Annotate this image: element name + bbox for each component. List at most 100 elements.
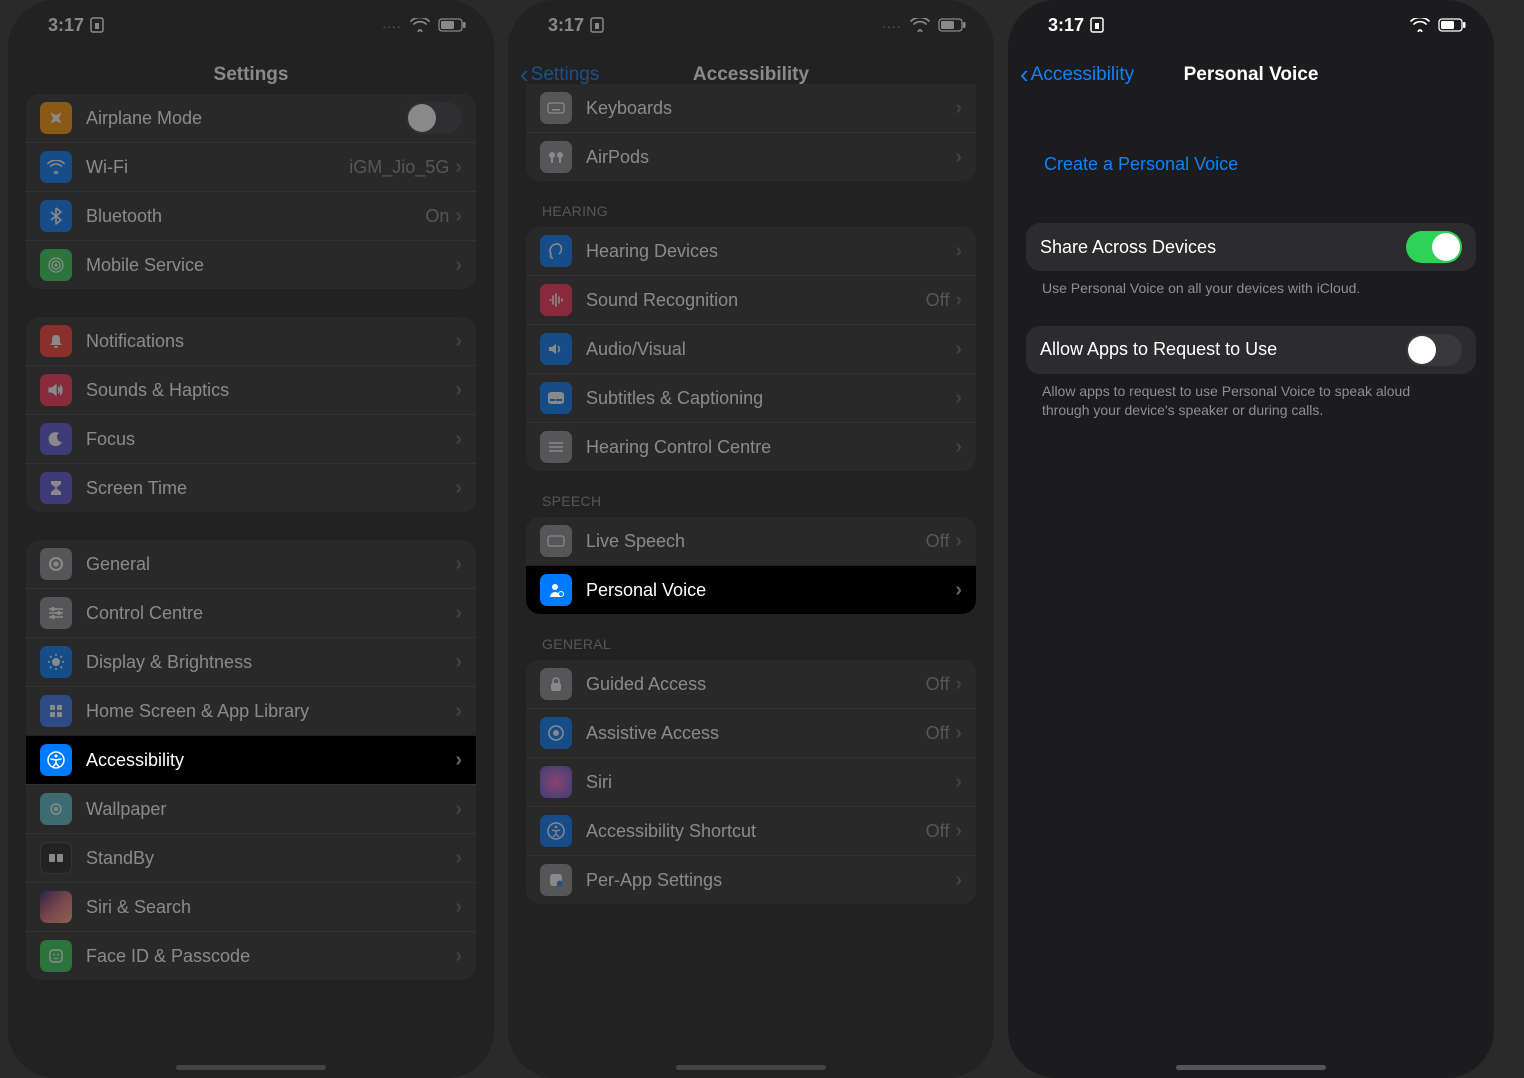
section-header-general: GENERAL xyxy=(526,614,976,660)
row-screen-time[interactable]: Screen Time › xyxy=(26,463,476,512)
grid-icon xyxy=(40,695,72,727)
row-accessibility[interactable]: Accessibility › xyxy=(26,735,476,784)
row-wallpaper[interactable]: Wallpaper › xyxy=(26,784,476,833)
create-personal-voice-button[interactable]: Create a Personal Voice xyxy=(1026,140,1476,189)
row-share-across-devices[interactable]: Share Across Devices xyxy=(1026,223,1476,271)
row-label: Siri & Search xyxy=(86,897,455,918)
chevron-right-icon: › xyxy=(955,820,962,843)
airplane-toggle[interactable] xyxy=(406,102,462,134)
group-partial-top: Keyboards › AirPods › xyxy=(526,84,976,181)
personal-voice-icon xyxy=(540,574,572,606)
siri-mini-icon xyxy=(540,766,572,798)
share-footer: Use Personal Voice on all your devices w… xyxy=(1026,271,1476,298)
bluetooth-icon xyxy=(40,200,72,232)
airpods-icon xyxy=(540,141,572,173)
row-label: Accessibility xyxy=(86,750,455,771)
row-label: Airplane Mode xyxy=(86,108,406,129)
row-wifi[interactable]: Wi-Fi iGM_Jio_5G › xyxy=(26,142,476,191)
row-bluetooth[interactable]: Bluetooth On › xyxy=(26,191,476,240)
row-live-speech[interactable]: Live Speech Off › xyxy=(526,517,976,565)
row-guided-access[interactable]: Guided Access Off › xyxy=(526,660,976,708)
home-indicator[interactable] xyxy=(176,1065,326,1070)
hourglass-icon xyxy=(40,472,72,504)
accessibility-icon xyxy=(40,744,72,776)
row-airpods[interactable]: AirPods › xyxy=(526,132,976,181)
chevron-right-icon: › xyxy=(455,847,462,870)
back-button[interactable]: ‹ Settings xyxy=(520,64,599,86)
cell-dots: .... xyxy=(383,20,402,31)
wifi-row-icon xyxy=(40,151,72,183)
row-control-centre[interactable]: Control Centre › xyxy=(26,588,476,637)
row-subtitles-captioning[interactable]: Subtitles & Captioning › xyxy=(526,373,976,422)
row-standby[interactable]: StandBy › xyxy=(26,833,476,882)
row-label: Per-App Settings xyxy=(586,870,955,891)
row-hearing-devices[interactable]: Hearing Devices › xyxy=(526,227,976,275)
row-value: iGM_Jio_5G xyxy=(349,157,449,178)
siri-icon xyxy=(40,891,72,923)
row-display-brightness[interactable]: Display & Brightness › xyxy=(26,637,476,686)
standby-icon xyxy=(40,842,72,874)
sliders-icon xyxy=(40,597,72,629)
chevron-right-icon: › xyxy=(955,673,962,696)
screenshot-settings: 3:17 .... Settings Airplane Mode xyxy=(8,0,494,1078)
row-assistive-access[interactable]: Assistive Access Off › xyxy=(526,708,976,757)
row-label: Accessibility Shortcut xyxy=(586,821,926,842)
chevron-right-icon: › xyxy=(455,651,462,674)
row-faceid-passcode[interactable]: Face ID & Passcode › xyxy=(26,931,476,980)
status-bar: 3:17 .... xyxy=(508,0,994,50)
row-per-app-settings[interactable]: Per-App Settings › xyxy=(526,855,976,904)
row-airplane-mode[interactable]: Airplane Mode xyxy=(26,94,476,142)
row-audio-visual[interactable]: Audio/Visual › xyxy=(526,324,976,373)
nav-bar: Settings xyxy=(8,50,494,100)
share-toggle[interactable] xyxy=(1406,231,1462,263)
row-notifications[interactable]: Notifications › xyxy=(26,317,476,365)
row-allow-apps[interactable]: Allow Apps to Request to Use xyxy=(1026,326,1476,374)
group-allow: Allow Apps to Request to Use xyxy=(1026,326,1476,374)
row-keyboards[interactable]: Keyboards › xyxy=(526,84,976,132)
row-home-screen[interactable]: Home Screen & App Library › xyxy=(26,686,476,735)
chevron-right-icon: › xyxy=(955,387,962,410)
row-general[interactable]: General › xyxy=(26,540,476,588)
row-sound-recognition[interactable]: Sound Recognition Off › xyxy=(526,275,976,324)
row-label: Keyboards xyxy=(586,98,955,119)
row-value: Off xyxy=(926,290,950,311)
row-label: Focus xyxy=(86,429,455,450)
row-accessibility-shortcut[interactable]: Accessibility Shortcut Off › xyxy=(526,806,976,855)
row-label: Allow Apps to Request to Use xyxy=(1040,339,1406,360)
allow-toggle[interactable] xyxy=(1406,334,1462,366)
row-label: Wi-Fi xyxy=(86,157,349,178)
row-label: StandBy xyxy=(86,848,455,869)
chevron-right-icon: › xyxy=(955,146,962,169)
group-hearing: Hearing Devices › Sound Recognition Off … xyxy=(526,227,976,471)
row-label: AirPods xyxy=(586,147,955,168)
row-hearing-control-centre[interactable]: Hearing Control Centre › xyxy=(526,422,976,471)
chevron-right-icon: › xyxy=(955,722,962,745)
sim-icon xyxy=(590,17,604,33)
row-mobile-service[interactable]: Mobile Service › xyxy=(26,240,476,289)
row-personal-voice[interactable]: Personal Voice › xyxy=(526,565,976,614)
chevron-right-icon: › xyxy=(955,579,962,602)
row-label: Share Across Devices xyxy=(1040,237,1406,258)
row-value: Off xyxy=(926,821,950,842)
per-app-icon xyxy=(540,864,572,896)
row-label: Hearing Control Centre xyxy=(586,437,955,458)
chevron-right-icon: › xyxy=(455,156,462,179)
chevron-right-icon: › xyxy=(955,436,962,459)
row-siri[interactable]: Siri › xyxy=(526,757,976,806)
airplane-icon xyxy=(40,102,72,134)
home-indicator[interactable] xyxy=(676,1065,826,1070)
row-value: Off xyxy=(926,723,950,744)
sim-icon xyxy=(1090,17,1104,33)
row-value: Off xyxy=(926,674,950,695)
row-label: Control Centre xyxy=(86,603,455,624)
back-button[interactable]: ‹ Accessibility xyxy=(1020,64,1134,86)
row-label: Sounds & Haptics xyxy=(86,380,455,401)
row-sounds-haptics[interactable]: Sounds & Haptics › xyxy=(26,365,476,414)
row-focus[interactable]: Focus › xyxy=(26,414,476,463)
back-label: Settings xyxy=(531,64,600,86)
sim-icon xyxy=(90,17,104,33)
row-siri-search[interactable]: Siri & Search › xyxy=(26,882,476,931)
battery-icon xyxy=(1438,18,1466,32)
row-label: Home Screen & App Library xyxy=(86,701,455,722)
home-indicator[interactable] xyxy=(1176,1065,1326,1070)
